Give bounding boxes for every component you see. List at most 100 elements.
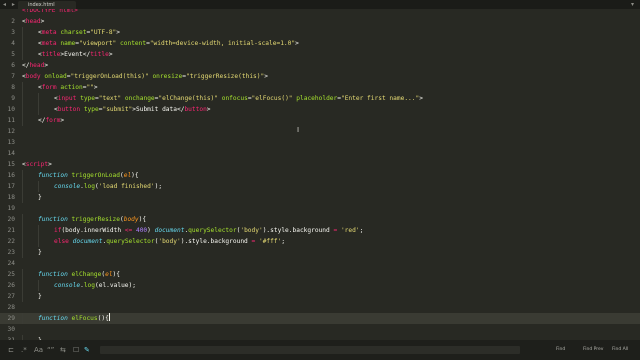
panel-toggle-icon[interactable]: ⊏: [8, 340, 14, 360]
code-token: document: [72, 238, 103, 245]
code-token: (){: [97, 315, 109, 322]
code-token: >: [264, 73, 268, 80]
indent-guide: [22, 214, 23, 225]
code-line[interactable]: <!DOCTYPE html>: [0, 9, 640, 16]
code-token: function: [38, 271, 68, 278]
code-line[interactable]: 4 <meta name="viewport" content="width=de…: [0, 38, 640, 49]
code-token: >: [206, 106, 211, 113]
code-line[interactable]: 8 <form action="">: [0, 82, 640, 93]
tab-overflow-arrow-icon[interactable]: ▾: [631, 0, 634, 9]
code-line[interactable]: 19: [0, 203, 640, 214]
code-token: >: [60, 117, 65, 124]
code-token: input: [57, 95, 77, 102]
code-token: log: [83, 183, 95, 190]
code-token: form: [41, 84, 57, 91]
code-token: button: [184, 106, 207, 113]
code-token: log: [83, 282, 95, 289]
find-button[interactable]: Find: [556, 340, 565, 360]
code-line[interactable]: 3 <meta charset="UTF-8">: [0, 27, 640, 38]
code-token: "viewport": [79, 40, 117, 47]
tab-nav-arrows[interactable]: ◂ ▸: [3, 0, 17, 9]
line-number: 30: [7, 326, 15, 333]
code-line[interactable]: 22 else document.querySelector('body').st…: [0, 236, 640, 247]
line-number: 18: [7, 194, 15, 201]
code-line[interactable]: 26 console.log(el.value);: [0, 280, 640, 291]
code-line[interactable]: 2 <head>: [0, 16, 640, 27]
code-line[interactable]: 23}: [0, 247, 640, 258]
line-number: 21: [7, 227, 15, 234]
code-token: (body.innerWidth: [61, 227, 125, 234]
code-text: function triggerOnLoad(el){: [38, 170, 139, 181]
code-token: >: [40, 18, 45, 25]
code-token: name: [60, 40, 76, 47]
code-line[interactable]: 16 function triggerOnLoad(el){: [0, 170, 640, 181]
highlight-matches-icon[interactable]: ✎: [84, 340, 90, 360]
line-number: 25: [7, 271, 15, 278]
code-text: if(body.innerWidth <= 400) document.quer…: [54, 225, 363, 236]
code-text: <!DOCTYPE html>: [22, 9, 78, 16]
tab-index-html[interactable]: index.html: [18, 1, 76, 9]
code-line[interactable]: 28: [0, 302, 640, 313]
code-line[interactable]: 13: [0, 137, 640, 148]
line-number: 4: [11, 40, 15, 47]
code-line[interactable]: 24: [0, 258, 640, 269]
line-number: 27: [7, 293, 15, 300]
code-line[interactable]: 27}: [0, 291, 640, 302]
code-line[interactable]: 14: [0, 148, 640, 159]
code-line[interactable]: 21 if(body.innerWidth <= 400) document.qu…: [0, 225, 640, 236]
find-prev-button[interactable]: Find Prev: [583, 340, 603, 360]
code-token: 'body': [240, 227, 263, 234]
code-text: <script>: [22, 159, 52, 170]
code-line[interactable]: 30: [0, 324, 640, 335]
code-line[interactable]: 17 console.log('load finished');: [0, 181, 640, 192]
tab-bar: ◂ ▸ index.html ▾: [0, 0, 640, 9]
code-line[interactable]: 9 <input type="text" onchange="elChange(t…: [0, 93, 640, 104]
indent-guide: [38, 236, 39, 247]
code-line[interactable]: 12: [0, 126, 640, 137]
code-token: 'red': [340, 227, 360, 234]
code-editor[interactable]: <!DOCTYPE html> 2 <head> 3 <meta charset="UT…: [0, 9, 640, 340]
code-token: triggerResize: [71, 216, 120, 223]
code-token: >Event</: [60, 51, 91, 58]
indent-guide: [22, 82, 23, 93]
code-token: title: [90, 51, 109, 58]
code-token: placeholder: [296, 95, 338, 102]
code-token: onfocus: [221, 95, 248, 102]
code-token: head: [29, 62, 45, 69]
code-text: </head>: [22, 60, 48, 71]
find-input[interactable]: [100, 346, 520, 354]
whole-word-icon[interactable]: “”: [47, 340, 54, 360]
line-number: 6: [11, 62, 15, 69]
code-token: >: [44, 62, 49, 69]
code-line[interactable]: 20 function triggerResize(body){: [0, 214, 640, 225]
case-sensitive-icon[interactable]: Aa: [34, 340, 43, 360]
code-token: elChange: [71, 271, 102, 278]
code-line[interactable]: 15 <script>: [0, 159, 640, 170]
code-line[interactable]: 10 <button type="submit">Submit data</but…: [0, 104, 640, 115]
code-token: ).style.background: [180, 238, 252, 245]
code-token: function: [38, 216, 68, 223]
code-line[interactable]: 5 <title>Event</title>: [0, 49, 640, 60]
code-token: }: [38, 194, 42, 201]
line-number: 20: [7, 216, 15, 223]
line-number: 22: [7, 238, 15, 245]
code-token: else: [54, 238, 69, 245]
code-token: triggerOnLoad: [71, 172, 120, 179]
code-line[interactable]: 6 </head>: [0, 60, 640, 71]
code-line[interactable]: 29 function elFocus(){: [0, 313, 640, 324]
code-line[interactable]: 11 </form>: [0, 115, 640, 126]
code-text: <body onload="triggerOnLoad(this)" onres…: [22, 71, 268, 82]
code-token: "Enter first name...": [340, 95, 420, 102]
line-number: 19: [7, 205, 15, 212]
code-line[interactable]: 18}: [0, 192, 640, 203]
code-line[interactable]: 7 <body onload="triggerOnLoad(this)" onre…: [0, 71, 640, 82]
code-token: onload: [44, 73, 67, 80]
code-line[interactable]: 25 function elChange(el){: [0, 269, 640, 280]
line-number: 28: [7, 304, 15, 311]
code-token: console: [54, 183, 81, 190]
regex-icon[interactable]: .*: [21, 340, 27, 360]
find-all-button[interactable]: Find All: [612, 340, 628, 360]
code-text: <title>Event</title>: [38, 49, 113, 60]
in-selection-icon[interactable]: ☐: [73, 340, 79, 360]
wrap-icon[interactable]: ⇆: [60, 340, 66, 360]
